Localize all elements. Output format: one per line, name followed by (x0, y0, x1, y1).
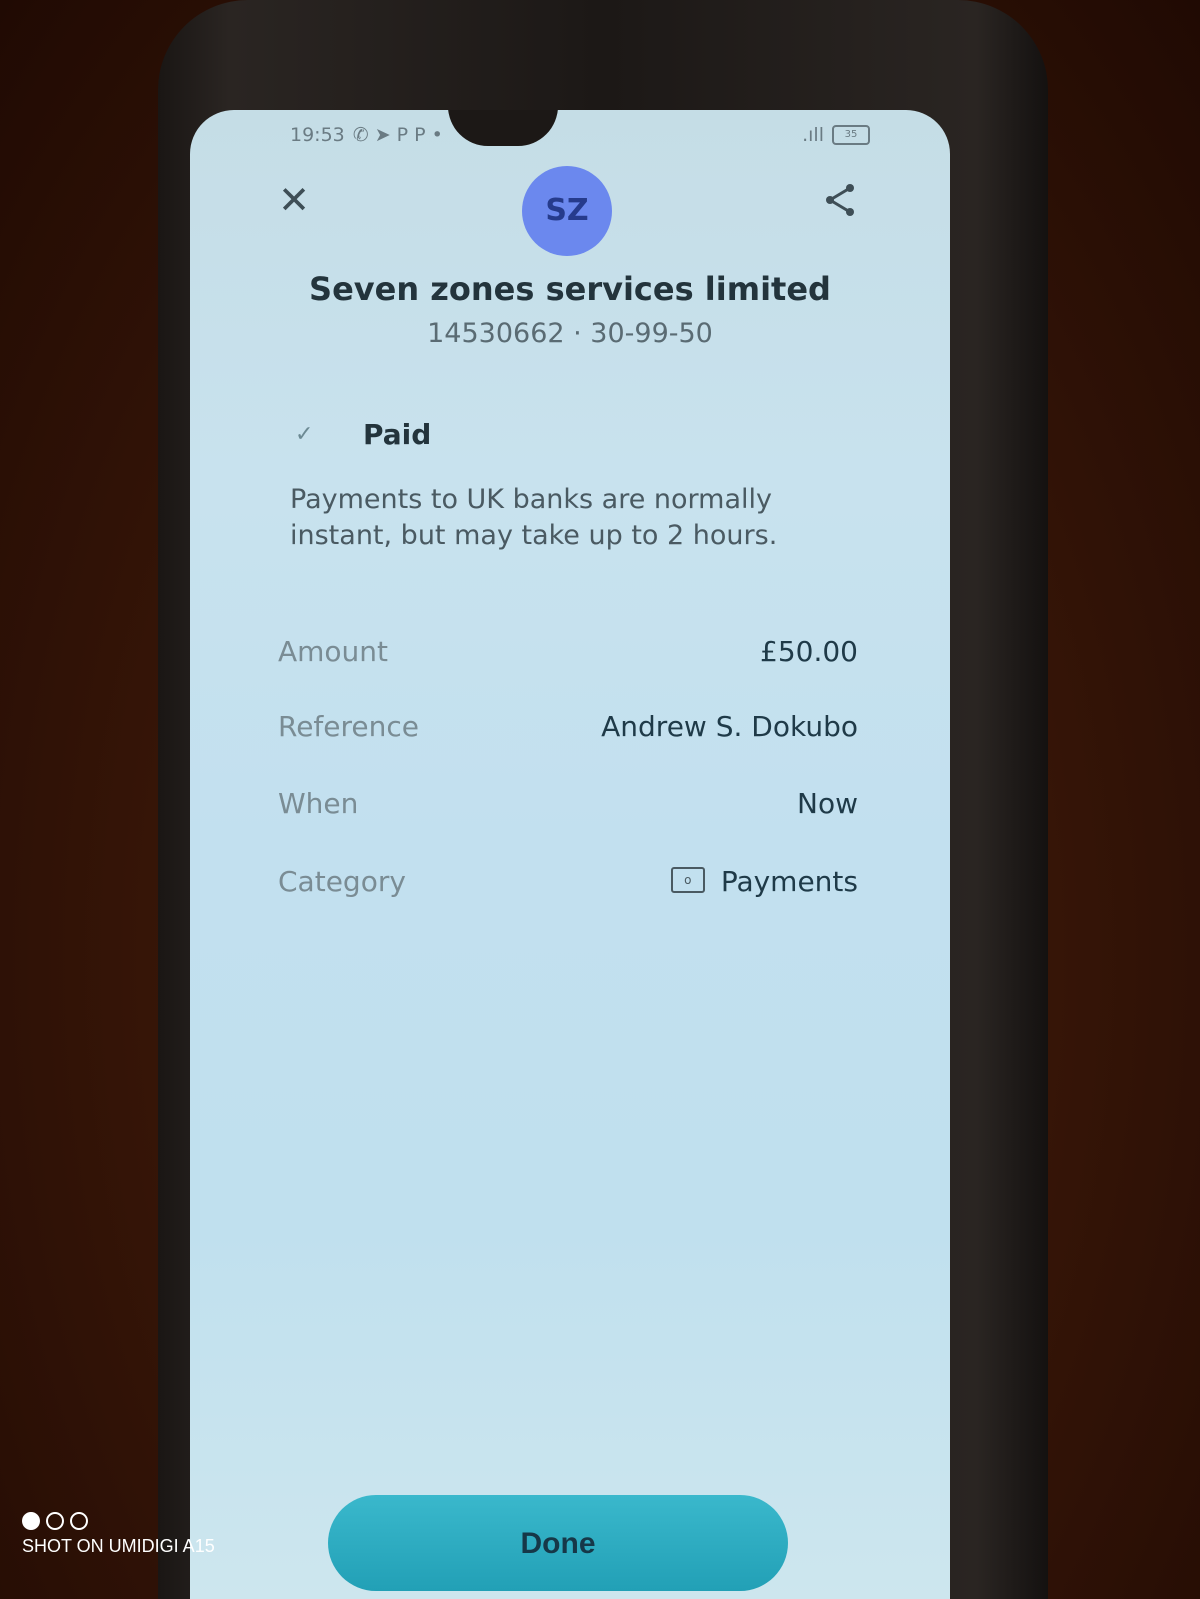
status-left: 19:53 ✆ ➤ P P • (290, 124, 443, 146)
status-right: .ıll 35 (802, 124, 870, 146)
camera-watermark: SHOT ON UMIDIGI A15 (22, 1512, 215, 1557)
reference-label: Reference (278, 710, 419, 743)
reference-value: Andrew S. Dokubo (601, 710, 858, 743)
watermark-dot (70, 1512, 88, 1530)
payment-status-label: Paid (363, 418, 432, 451)
when-value: Now (797, 787, 858, 820)
watermark-dots (22, 1512, 215, 1530)
amount-value: £50.00 (760, 635, 858, 668)
close-icon: ✕ (278, 178, 310, 222)
category-value: Payments (720, 865, 858, 898)
done-button[interactable]: Done (328, 1495, 788, 1591)
payee-name: Seven zones services limited (309, 270, 831, 308)
close-button[interactable]: ✕ (272, 178, 316, 222)
status-bar: 19:53 ✆ ➤ P P • .ıll 35 (290, 124, 870, 152)
battery-icon: 35 (832, 125, 870, 145)
category-value-wrapper[interactable]: o Payments (670, 865, 858, 898)
category-row[interactable]: Category o Payments (278, 865, 858, 905)
share-icon (826, 184, 854, 216)
when-label: When (278, 787, 359, 820)
amount-row: Amount £50.00 (278, 635, 858, 675)
share-button[interactable] (820, 180, 860, 220)
category-label: Category (278, 865, 406, 898)
signal-icon: .ıll (802, 124, 824, 146)
amount-label: Amount (278, 635, 389, 668)
check-icon: ✓ (295, 422, 314, 447)
payee-account-number: 14530662 · 30-99-50 (427, 318, 713, 349)
phone-screen: 19:53 ✆ ➤ P P • .ıll 35 ✕ SZ Seven zones… (190, 110, 950, 1599)
status-notification-icons: ✆ ➤ P P • (352, 124, 443, 146)
status-time: 19:53 (290, 124, 345, 146)
watermark-dot (46, 1512, 64, 1530)
avatar: SZ (522, 166, 612, 256)
payment-info-text: Payments to UK banks are normally instan… (290, 484, 778, 551)
watermark-dot-filled (22, 1512, 40, 1530)
banknote-icon: o (670, 867, 705, 893)
reference-row: Reference Andrew S. Dokubo (278, 710, 858, 750)
watermark-text: SHOT ON UMIDIGI A15 (22, 1536, 215, 1556)
payment-status-row: ✓ Paid (295, 418, 431, 451)
when-row: When Now (278, 787, 858, 827)
